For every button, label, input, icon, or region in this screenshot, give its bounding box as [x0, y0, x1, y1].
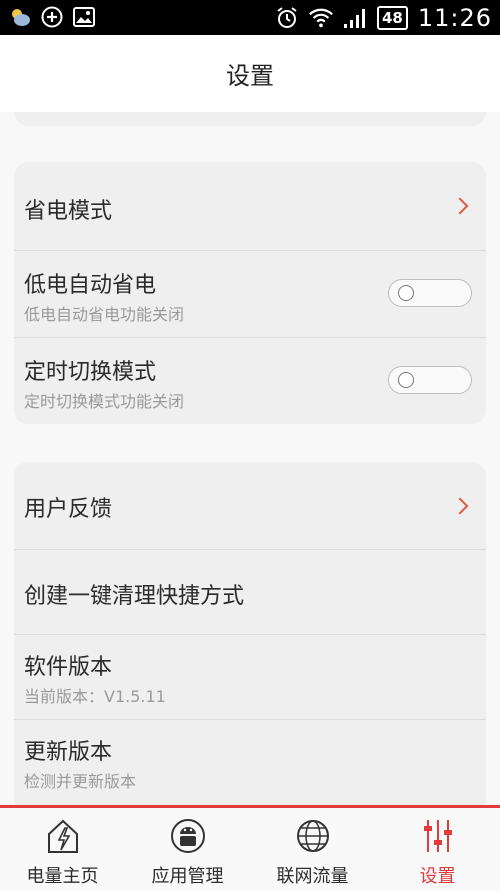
tab-label: 联网流量 — [276, 866, 349, 887]
chevron-right-icon — [451, 197, 469, 215]
plus-circle-icon — [40, 5, 64, 29]
item-subtitle: 定时切换模式功能关闭 — [24, 392, 185, 411]
battery-level: 48 — [376, 6, 408, 30]
alarm-icon — [275, 6, 299, 30]
list-item-scheduled-mode[interactable]: 定时切换模式 定时切换模式功能关闭 — [14, 338, 486, 424]
item-title: 创建一键清理快捷方式 — [24, 584, 245, 609]
low-battery-toggle[interactable] — [388, 279, 472, 307]
tab-label: 设置 — [419, 866, 456, 887]
tab-app-management[interactable]: 应用管理 — [125, 808, 250, 891]
scheduled-mode-toggle[interactable] — [388, 366, 472, 394]
item-subtitle: 当前版本：V1.5.11 — [24, 687, 166, 706]
item-title: 用户反馈 — [24, 497, 113, 522]
list-item-software-version[interactable]: 软件版本 当前版本：V1.5.11 — [14, 635, 486, 720]
general-settings-card: 用户反馈 创建一键清理快捷方式 软件版本 当前版本：V1.5.11 更新版本 检… — [14, 462, 486, 805]
house-lightning-icon — [45, 816, 81, 856]
tab-settings[interactable]: 设置 — [375, 808, 500, 891]
weather-icon — [8, 5, 32, 29]
page-title: 设置 — [226, 62, 274, 90]
item-title: 省电模式 — [24, 199, 113, 224]
title-bar: 设置 — [0, 35, 500, 112]
power-settings-card: 省电模式 低电自动省电 低电自动省电功能关闭 定时切换模式 定时切换模式功能关闭 — [14, 162, 486, 424]
list-item-update-version[interactable]: 更新版本 检测并更新版本 — [14, 720, 486, 805]
item-title: 更新版本 — [24, 740, 113, 765]
signal-icon — [343, 6, 367, 30]
tab-label: 应用管理 — [151, 866, 224, 887]
image-icon — [72, 5, 96, 29]
list-item-feedback[interactable]: 用户反馈 — [14, 462, 486, 550]
tab-network-traffic[interactable]: 联网流量 — [250, 808, 375, 891]
list-item-power-mode[interactable]: 省电模式 — [14, 162, 486, 251]
chevron-right-icon — [451, 497, 469, 515]
item-title: 定时切换模式 — [24, 360, 157, 385]
bottom-tab-bar: 电量主页 应用管理 联网流量 设置 — [0, 805, 500, 891]
tab-power-home[interactable]: 电量主页 — [0, 808, 125, 891]
android-icon — [170, 816, 206, 856]
list-item-create-shortcut[interactable]: 创建一键清理快捷方式 — [14, 550, 486, 635]
previous-card-edge — [14, 112, 486, 126]
status-bar: 48 11:26 — [0, 0, 500, 35]
list-item-low-battery-saving[interactable]: 低电自动省电 低电自动省电功能关闭 — [14, 251, 486, 338]
item-subtitle: 检测并更新版本 — [24, 772, 137, 791]
wifi-icon — [309, 6, 333, 30]
item-subtitle: 低电自动省电功能关闭 — [24, 305, 185, 324]
settings-list[interactable]: 省电模式 低电自动省电 低电自动省电功能关闭 定时切换模式 定时切换模式功能关闭… — [0, 112, 500, 805]
item-title: 低电自动省电 — [24, 273, 157, 298]
globe-icon — [295, 816, 331, 856]
tab-label: 电量主页 — [26, 866, 99, 887]
sliders-icon — [420, 816, 456, 856]
toggle-knob — [398, 285, 414, 301]
clock: 11:26 — [417, 4, 492, 32]
item-title: 软件版本 — [24, 655, 113, 680]
toggle-knob — [398, 372, 414, 388]
